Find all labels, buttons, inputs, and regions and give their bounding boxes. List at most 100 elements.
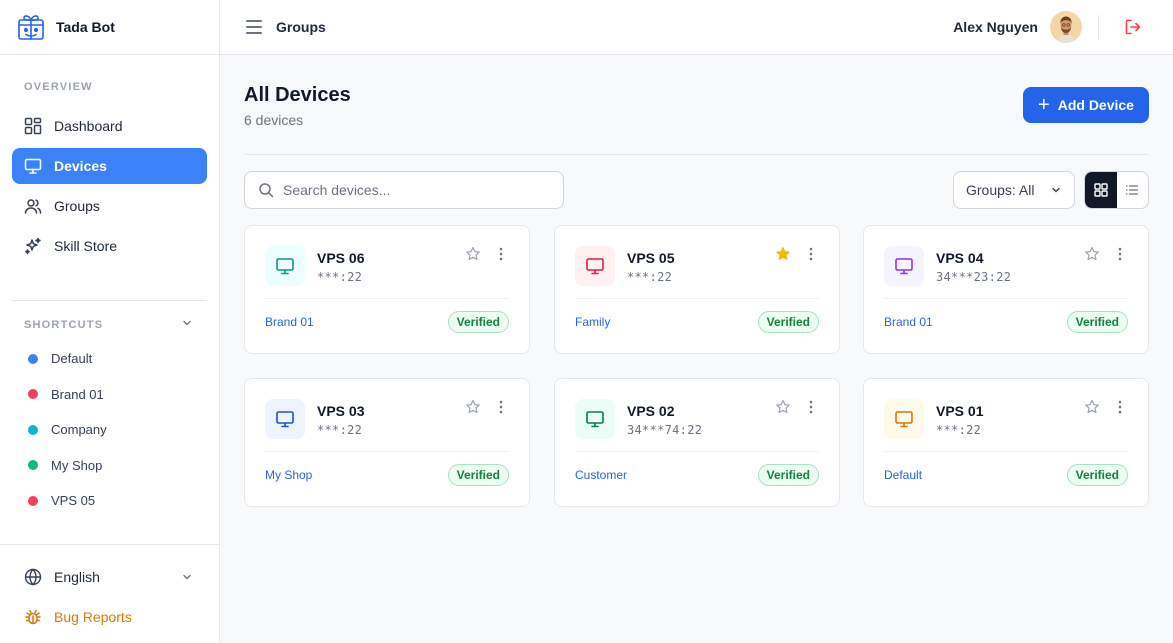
menu-line bbox=[246, 32, 262, 34]
language-label: English bbox=[54, 569, 100, 585]
device-name: VPS 01 bbox=[936, 403, 984, 419]
shortcut-label: VPS 05 bbox=[51, 493, 96, 509]
status-badge: Verified bbox=[757, 311, 819, 333]
shortcut-list: Default Brand 01 Company My Shop VPS 05 bbox=[0, 341, 219, 519]
user-name[interactable]: Alex Nguyen bbox=[953, 19, 1038, 35]
device-card-vps-01[interactable]: VPS 01 ***:22 Default Verified bbox=[863, 378, 1149, 507]
sparkles-icon bbox=[24, 237, 42, 255]
monitor-icon bbox=[575, 399, 615, 439]
shortcut-item-brand-01[interactable]: Brand 01 bbox=[0, 377, 219, 413]
list-view-button[interactable] bbox=[1117, 172, 1149, 208]
monitor-icon bbox=[575, 246, 615, 286]
color-dot bbox=[28, 424, 38, 435]
status-badge: Verified bbox=[447, 311, 509, 333]
color-dot bbox=[28, 460, 38, 471]
status-badge: Verified bbox=[447, 464, 509, 486]
logout-icon[interactable] bbox=[1123, 17, 1143, 37]
nav-item-label: Dashboard bbox=[54, 118, 123, 134]
device-group-link[interactable]: Customer bbox=[575, 468, 627, 482]
header-divider bbox=[244, 154, 1149, 155]
search-input[interactable] bbox=[283, 182, 543, 198]
overview-label: OVERVIEW bbox=[24, 81, 93, 93]
device-group-link[interactable]: Brand 01 bbox=[265, 315, 314, 329]
more-vertical-icon[interactable] bbox=[1114, 399, 1126, 415]
nav-item-groups[interactable]: Groups bbox=[12, 188, 207, 224]
topbar-divider bbox=[1098, 15, 1099, 39]
shortcut-item-default[interactable]: Default bbox=[0, 341, 219, 377]
grid-icon bbox=[1094, 183, 1108, 197]
menu-line bbox=[246, 26, 262, 28]
bug-reports-link[interactable]: Bug Reports bbox=[0, 597, 219, 637]
more-vertical-icon[interactable] bbox=[805, 399, 817, 415]
shortcut-label: Brand 01 bbox=[51, 386, 104, 402]
device-group-link[interactable]: Default bbox=[884, 468, 922, 482]
plus-icon: + bbox=[1038, 94, 1050, 116]
globe-icon bbox=[24, 568, 42, 586]
device-card-vps-04[interactable]: VPS 04 34***23:22 Brand 01 Verified bbox=[863, 225, 1149, 354]
menu-line bbox=[246, 20, 262, 22]
color-dot bbox=[28, 389, 38, 400]
group-filter-select[interactable]: Groups: All bbox=[953, 171, 1075, 209]
language-selector[interactable]: English bbox=[0, 557, 219, 597]
topbar: Groups Alex Nguyen bbox=[220, 0, 1173, 55]
device-card-vps-02[interactable]: VPS 02 34***74:22 Customer Verified bbox=[554, 378, 840, 507]
status-badge: Verified bbox=[1066, 464, 1128, 486]
search-icon bbox=[258, 182, 274, 198]
chevron-down-icon bbox=[181, 571, 193, 583]
chevron-down-icon bbox=[181, 316, 193, 334]
star-outline-icon[interactable] bbox=[464, 245, 482, 263]
nav-item-label: Devices bbox=[54, 158, 107, 174]
device-card-vps-06[interactable]: VPS 06 ***:22 Brand 01 Verified bbox=[244, 225, 530, 354]
card-divider bbox=[265, 451, 509, 452]
device-group-link[interactable]: Brand 01 bbox=[884, 315, 933, 329]
add-device-label: Add Device bbox=[1057, 97, 1134, 113]
shortcut-label: Company bbox=[51, 422, 107, 438]
shortcut-label: My Shop bbox=[51, 457, 103, 473]
device-address: ***:22 bbox=[627, 270, 673, 284]
star-outline-icon[interactable] bbox=[774, 398, 792, 416]
menu-toggle-button[interactable] bbox=[246, 20, 262, 34]
dashboard-icon bbox=[24, 117, 42, 135]
color-dot bbox=[28, 495, 38, 506]
nav-item-label: Groups bbox=[54, 198, 100, 214]
device-group-link[interactable]: Family bbox=[575, 315, 610, 329]
app-name: Tada Bot bbox=[56, 19, 115, 35]
star-filled-icon[interactable] bbox=[774, 245, 792, 263]
device-card-vps-03[interactable]: VPS 03 ***:22 My Shop Verified bbox=[244, 378, 530, 507]
device-card-vps-05[interactable]: VPS 05 ***:22 Family Verified bbox=[554, 225, 840, 354]
nav-item-dashboard[interactable]: Dashboard bbox=[12, 108, 207, 144]
grid-view-button[interactable] bbox=[1085, 172, 1117, 208]
add-device-button[interactable]: + Add Device bbox=[1023, 87, 1149, 123]
shortcuts-header[interactable]: SHORTCUTS bbox=[0, 315, 219, 335]
search-box[interactable] bbox=[244, 171, 564, 209]
bug-reports-label: Bug Reports bbox=[54, 609, 132, 625]
device-group-link[interactable]: My Shop bbox=[265, 468, 312, 482]
more-vertical-icon[interactable] bbox=[1114, 246, 1126, 262]
star-outline-icon[interactable] bbox=[1083, 245, 1101, 263]
star-outline-icon[interactable] bbox=[1083, 398, 1101, 416]
device-address: ***:22 bbox=[317, 423, 363, 437]
more-vertical-icon[interactable] bbox=[495, 246, 507, 262]
shortcuts-label: SHORTCUTS bbox=[24, 319, 104, 331]
card-divider bbox=[884, 298, 1128, 299]
card-divider bbox=[265, 298, 509, 299]
page-title: All Devices bbox=[244, 84, 351, 106]
avatar[interactable] bbox=[1050, 11, 1082, 43]
breadcrumb: Groups bbox=[276, 19, 326, 35]
nav-item-skill-store[interactable]: Skill Store bbox=[12, 228, 207, 264]
status-badge: Verified bbox=[757, 464, 819, 486]
brand[interactable]: Tada Bot bbox=[0, 0, 219, 55]
monitor-icon bbox=[884, 399, 924, 439]
user-area: Alex Nguyen bbox=[953, 0, 1173, 54]
card-divider bbox=[575, 451, 819, 452]
more-vertical-icon[interactable] bbox=[495, 399, 507, 415]
monitor-icon bbox=[24, 157, 42, 175]
shortcut-item-my-shop[interactable]: My Shop bbox=[0, 448, 219, 484]
shortcut-item-vps-05[interactable]: VPS 05 bbox=[0, 483, 219, 519]
nav-item-devices[interactable]: Devices bbox=[12, 148, 207, 184]
sidebar-footer: English Bug Reports bbox=[0, 544, 219, 643]
shortcut-label: Default bbox=[51, 351, 93, 367]
more-vertical-icon[interactable] bbox=[805, 246, 817, 262]
shortcut-item-company[interactable]: Company bbox=[0, 412, 219, 448]
star-outline-icon[interactable] bbox=[464, 398, 482, 416]
